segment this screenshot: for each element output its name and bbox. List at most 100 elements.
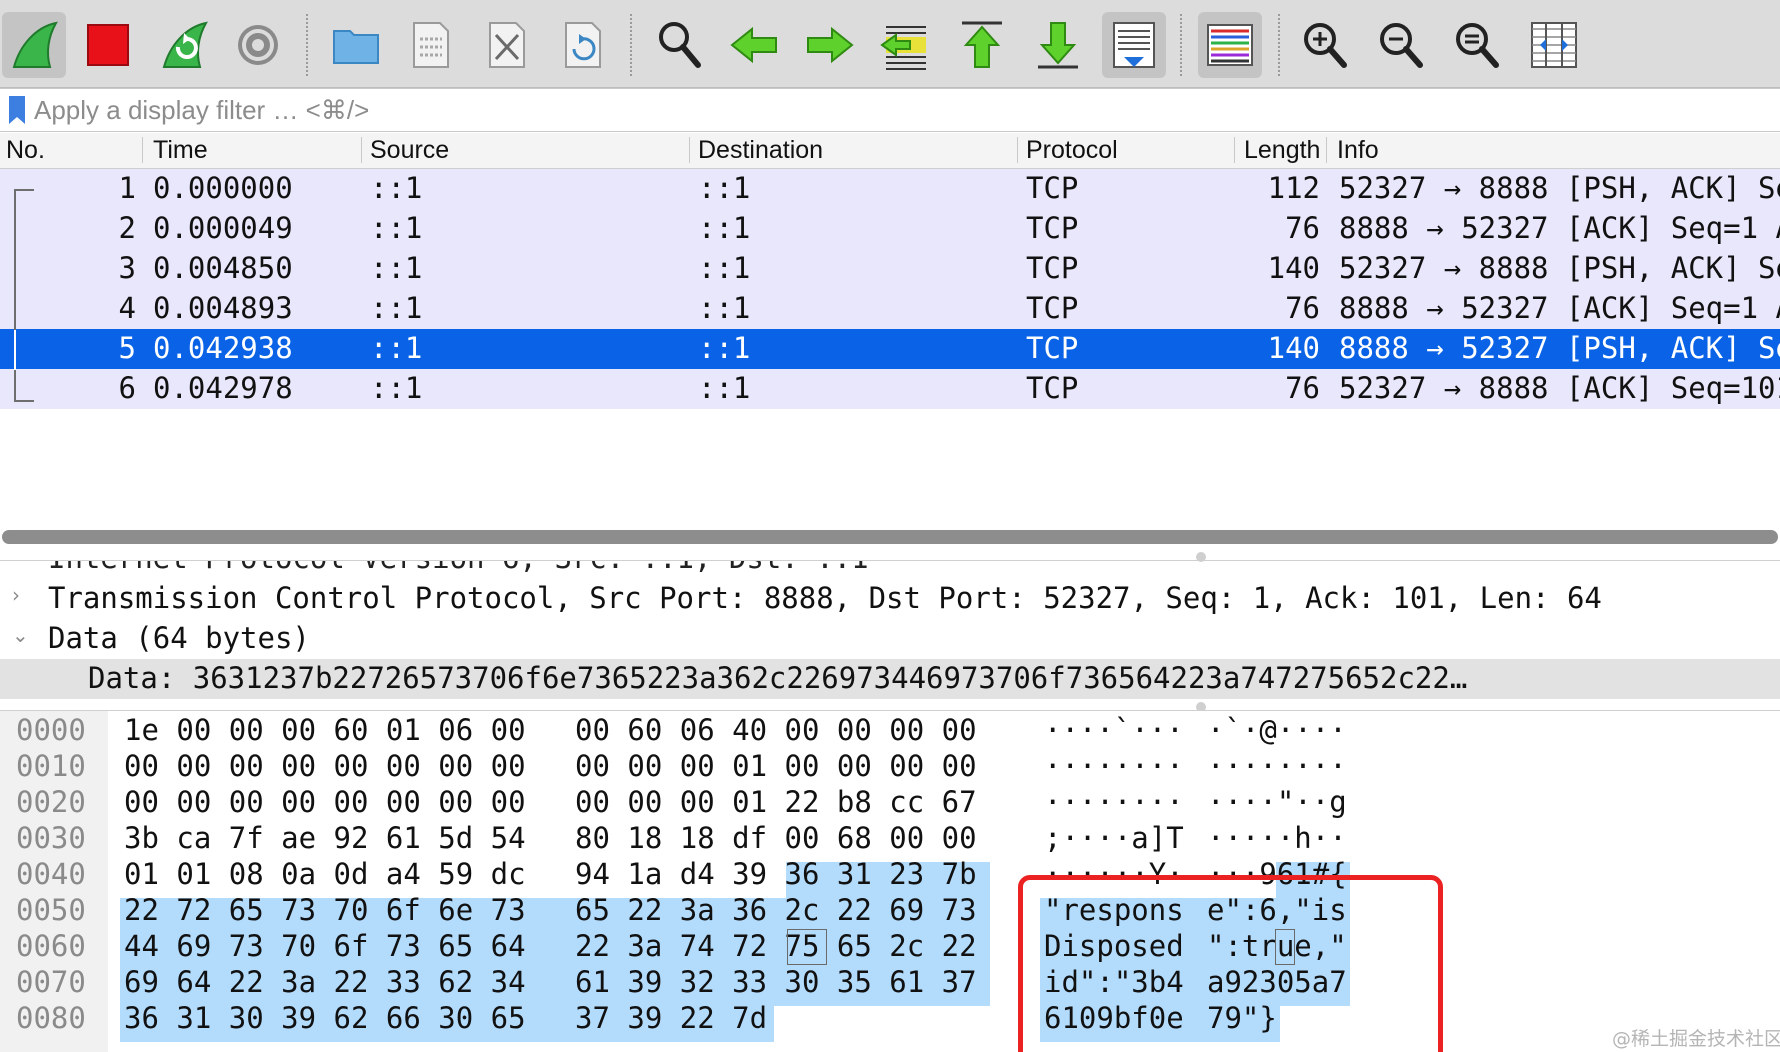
ascii-bytes[interactable]: ········	[1044, 785, 1184, 819]
byte-offset: 0030	[16, 821, 86, 855]
packet-length: 112	[1267, 171, 1320, 205]
packet-length: 76	[1285, 371, 1320, 405]
display-filter-input[interactable]	[34, 93, 1774, 127]
pane-splitter-handle[interactable]	[1196, 552, 1206, 562]
ascii-bytes[interactable]: ········	[1044, 749, 1184, 783]
packet-list-header: No. Time Source Destination Protocol Len…	[0, 133, 1780, 169]
normal-size-button[interactable]	[1446, 12, 1510, 78]
packet-no: 2	[118, 211, 136, 245]
ascii-bytes[interactable]: ;····a]T	[1044, 821, 1184, 855]
hex-bytes[interactable]: 22 72 65 73 70 6f 6e 73	[124, 893, 526, 927]
open-file-button[interactable]	[324, 12, 388, 78]
shark-fin-icon	[12, 21, 58, 68]
go-to-packet-button[interactable]	[874, 12, 938, 78]
detail-row-ipv6[interactable]: Internet Protocol Version 6, Src: ::1, D…	[0, 561, 1780, 579]
restart-capture-button[interactable]	[152, 12, 216, 78]
find-packet-button[interactable]	[648, 12, 712, 78]
packet-length: 76	[1285, 211, 1320, 245]
hex-bytes[interactable]: 01 01 08 0a 0d a4 59 dc	[124, 857, 526, 891]
packet-source: ::1	[370, 251, 423, 285]
watermark: @稀土掘金技术社区	[1612, 1028, 1780, 1050]
go-first-packet-button[interactable]	[950, 12, 1014, 78]
packet-destination: ::1	[698, 331, 751, 365]
hex-bytes[interactable]: 1e 00 00 00 60 01 06 00	[124, 713, 526, 747]
ascii-bytes[interactable]: ····"··g	[1207, 785, 1347, 819]
go-back-button[interactable]	[722, 12, 786, 78]
auto-scroll-button[interactable]	[1102, 12, 1166, 78]
hex-bytes[interactable]: 94 1a d4 39 36 31 23 7b	[575, 857, 977, 891]
detail-row-data[interactable]: ⌄ Data (64 bytes)	[0, 619, 1780, 659]
hex-bytes[interactable]: 00 60 06 40 00 00 00 00	[575, 713, 977, 747]
hex-bytes[interactable]: 3b ca 7f ae 92 61 5d 54	[124, 821, 526, 855]
packet-row[interactable]: 4 0.004893 ::1 ::1 TCP 76 8888 → 52327 […	[0, 289, 1780, 329]
go-forward-button[interactable]	[798, 12, 862, 78]
resize-columns-button[interactable]	[1522, 12, 1586, 78]
column-header-info[interactable]: Info	[1337, 136, 1737, 165]
folder-icon	[333, 30, 379, 64]
column-divider[interactable]	[361, 137, 362, 163]
packet-row[interactable]: 3 0.004850 ::1 ::1 TCP 140 52327 → 8888 …	[0, 249, 1780, 289]
stop-capture-button[interactable]	[76, 12, 140, 78]
start-capture-button[interactable]	[2, 12, 66, 78]
column-divider[interactable]	[1234, 137, 1235, 163]
packet-row[interactable]: 2 0.000049 ::1 ::1 TCP 76 8888 → 52327 […	[0, 209, 1780, 249]
packet-source: ::1	[370, 291, 423, 325]
hex-bytes[interactable]: 44 69 73 70 6f 73 65 64	[124, 929, 526, 963]
column-divider[interactable]	[142, 137, 143, 163]
column-header-destination[interactable]: Destination	[698, 136, 1008, 165]
bytes-row: 0040 01 01 08 0a 0d a4 59 dc 94 1a d4 39…	[0, 857, 1780, 893]
column-header-no[interactable]: No.	[6, 136, 136, 165]
packet-time: 0.042978	[153, 371, 293, 405]
column-header-protocol[interactable]: Protocol	[1026, 136, 1226, 165]
ascii-bytes[interactable]: ·····h··	[1207, 821, 1347, 855]
column-divider[interactable]	[689, 137, 690, 163]
hex-bytes[interactable]: 36 31 30 39 62 66 30 65	[124, 1001, 526, 1035]
zoom-in-button[interactable]	[1294, 12, 1358, 78]
horizontal-scrollbar-thumb[interactable]	[2, 530, 1778, 544]
packet-source: ::1	[370, 171, 423, 205]
red-square-stop-icon	[87, 24, 129, 66]
bookmark-icon[interactable]	[8, 95, 26, 125]
go-last-packet-button[interactable]	[1026, 12, 1090, 78]
byte-offset: 0010	[16, 749, 86, 783]
packet-row[interactable]: 6 0.042978 ::1 ::1 TCP 76 52327 → 8888 […	[0, 369, 1780, 409]
column-header-time[interactable]: Time	[153, 136, 353, 165]
column-header-source[interactable]: Source	[370, 136, 680, 165]
ascii-bytes[interactable]: ····`···	[1044, 713, 1184, 747]
expand-arrow-icon[interactable]: ›	[12, 583, 32, 613]
hex-bytes[interactable]: 61 39 32 33 30 35 61 37	[575, 965, 977, 999]
hex-bytes[interactable]: 69 64 22 3a 22 33 62 34	[124, 965, 526, 999]
byte-offset: 0070	[16, 965, 86, 999]
ascii-bytes[interactable]: ········	[1207, 749, 1347, 783]
collapse-arrow-icon[interactable]: ⌄	[12, 623, 32, 653]
close-file-button[interactable]	[474, 12, 538, 78]
packet-no: 5	[118, 331, 136, 365]
packet-length: 140	[1267, 251, 1320, 285]
column-divider[interactable]	[1326, 137, 1327, 163]
hex-bytes[interactable]: 22 3a 74 72 75 65 2c 22	[575, 929, 977, 963]
hex-bytes[interactable]: 00 00 00 00 00 00 00 00	[124, 749, 526, 783]
resize-columns-icon	[1531, 22, 1577, 68]
packet-row[interactable]: 1 0.000000 ::1 ::1 TCP 112 52327 → 8888 …	[0, 169, 1780, 209]
hex-bytes[interactable]: 00 00 00 01 00 00 00 00	[575, 749, 977, 783]
detail-row-data-field[interactable]: Data: 3631237b22726573706f6e7365223a362c…	[0, 659, 1780, 699]
packet-row-selected[interactable]: 5 0.042938 ::1 ::1 TCP 140 8888 → 52327 …	[0, 329, 1780, 369]
hex-bytes[interactable]: 65 22 3a 36 2c 22 69 73	[575, 893, 977, 927]
detail-row-tcp[interactable]: › Transmission Control Protocol, Src Por…	[0, 579, 1780, 619]
zoom-out-button[interactable]	[1370, 12, 1434, 78]
colorize-button[interactable]	[1198, 12, 1262, 78]
bytes-row: 0060 44 69 73 70 6f 73 65 64 22 3a 74 72…	[0, 929, 1780, 965]
hex-bytes[interactable]: 37 39 22 7d	[575, 1001, 767, 1035]
capture-options-button[interactable]	[226, 12, 290, 78]
packet-protocol: TCP	[1026, 291, 1079, 325]
auto-scroll-icon	[1113, 22, 1155, 68]
hex-bytes[interactable]: 80 18 18 df 00 68 00 00	[575, 821, 977, 855]
hex-bytes[interactable]: 00 00 00 01 22 b8 cc 67	[575, 785, 977, 819]
detail-text: Transmission Control Protocol, Src Port:…	[48, 581, 1602, 615]
column-header-length[interactable]: Length	[1244, 136, 1322, 165]
hex-bytes[interactable]: 00 00 00 00 00 00 00 00	[124, 785, 526, 819]
reload-file-button[interactable]	[550, 12, 614, 78]
save-file-button[interactable]	[398, 12, 462, 78]
ascii-bytes[interactable]: ·`·@····	[1207, 713, 1347, 747]
column-divider[interactable]	[1017, 137, 1018, 163]
